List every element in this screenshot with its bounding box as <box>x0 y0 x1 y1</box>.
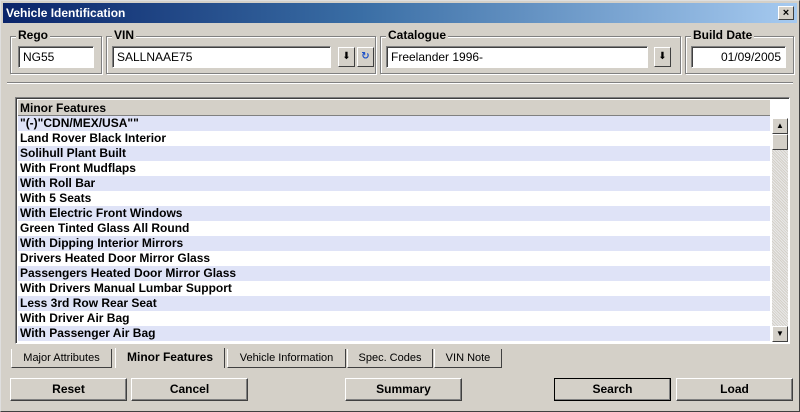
build-date-field[interactable]: 01/09/2005 <box>691 46 786 68</box>
list-item[interactable]: With Dipping Interior Mirrors <box>18 236 770 251</box>
catalogue-dropdown-icon[interactable]: ⬇ <box>654 47 671 67</box>
list-item[interactable]: "(-)"CDN/MEX/USA"" <box>18 116 770 131</box>
list-item[interactable]: Green Tinted Glass All Round <box>18 221 770 236</box>
tab-spec-codes[interactable]: Spec. Codes <box>347 349 433 368</box>
window-title: Vehicle Identification <box>6 6 126 20</box>
tab-vin-note[interactable]: VIN Note <box>434 349 502 368</box>
list-item[interactable]: With Electric Front Windows <box>18 206 770 221</box>
tab-minor-features[interactable]: Minor Features <box>115 348 225 368</box>
search-button[interactable]: Search <box>554 378 671 401</box>
title-bar: Vehicle Identification × <box>3 3 797 23</box>
separator <box>7 82 793 84</box>
build-date-label: Build Date <box>691 28 755 42</box>
list-body: "(-)"CDN/MEX/USA"" Land Rover Black Inter… <box>18 116 770 342</box>
list-item[interactable]: With Front Mudflaps <box>18 161 770 176</box>
list-item[interactable]: With 5 Seats <box>18 191 770 206</box>
summary-button[interactable]: Summary <box>345 378 462 401</box>
tab-major-attributes[interactable]: Major Attributes <box>11 349 112 368</box>
minor-features-list: Minor Features "(-)"CDN/MEX/USA"" Land Ro… <box>15 97 790 344</box>
scroll-down-icon[interactable]: ▼ <box>772 326 788 342</box>
load-button[interactable]: Load <box>676 378 793 401</box>
reset-button[interactable]: Reset <box>10 378 127 401</box>
scroll-thumb[interactable] <box>772 134 788 150</box>
cancel-button[interactable]: Cancel <box>131 378 248 401</box>
catalogue-group: Catalogue Freelander 1996- ⬇ <box>380 28 681 74</box>
list-item[interactable]: With Roll Bar <box>18 176 770 191</box>
vertical-scrollbar[interactable]: ▲ ▼ <box>772 118 788 342</box>
list-item[interactable]: Passengers Heated Door Mirror Glass <box>18 266 770 281</box>
list-item[interactable]: With Drivers Manual Lumbar Support <box>18 281 770 296</box>
scroll-up-icon[interactable]: ▲ <box>772 118 788 134</box>
close-icon[interactable]: × <box>778 6 794 20</box>
vin-dropdown-icon[interactable]: ⬇ <box>338 47 355 67</box>
list-item[interactable]: With Driver Air Bag <box>18 311 770 326</box>
vin-refresh-icon[interactable]: ↻ <box>357 47 374 67</box>
vehicle-identification-window: Vehicle Identification × Rego NG55 VIN S… <box>0 0 800 412</box>
tab-vehicle-information[interactable]: Vehicle Information <box>227 349 346 368</box>
catalogue-label: Catalogue <box>386 28 449 42</box>
vin-field[interactable]: SALLNAAE75 <box>112 46 331 68</box>
list-item[interactable]: Less 3rd Row Rear Seat <box>18 296 770 311</box>
rego-field[interactable]: NG55 <box>18 46 94 68</box>
list-item[interactable]: With Passenger Air Bag <box>18 326 770 341</box>
vin-group: VIN SALLNAAE75 ⬇ ↻ <box>106 28 376 74</box>
list-item[interactable]: Solihull Plant Built <box>18 146 770 161</box>
list-header: Minor Features <box>18 100 770 116</box>
vin-label: VIN <box>112 28 137 42</box>
rego-group: Rego NG55 <box>10 28 102 74</box>
catalogue-field[interactable]: Freelander 1996- <box>386 46 648 68</box>
rego-label: Rego <box>16 28 50 42</box>
list-item[interactable]: Drivers Heated Door Mirror Glass <box>18 251 770 266</box>
build-date-group: Build Date 01/09/2005 <box>685 28 794 74</box>
list-item[interactable]: Land Rover Black Interior <box>18 131 770 146</box>
